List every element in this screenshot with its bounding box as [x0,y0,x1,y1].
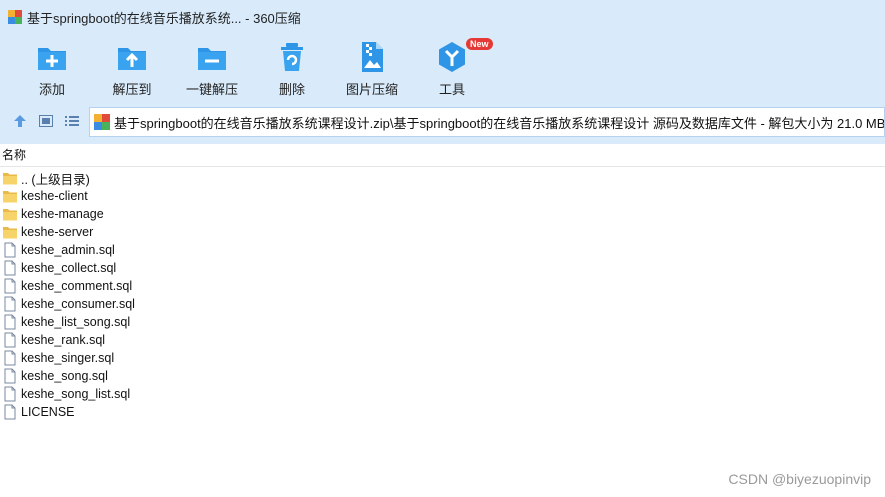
file-icon [2,278,21,294]
up-arrow-icon [14,115,26,127]
folder-icon [2,188,21,204]
up-level-button[interactable] [11,112,29,130]
file-icon [2,368,21,384]
file-icon [2,260,21,276]
file-icon [2,242,21,258]
image-compress-icon [362,42,383,72]
thumbnail-view-button[interactable] [37,112,55,130]
extract-to-label: 解压到 [112,82,152,97]
path-field[interactable]: 基于springboot的在线音乐播放系统课程设计.zip\基于springbo… [89,107,885,137]
column-header-name[interactable]: 名称 [0,144,885,167]
folder-icon [2,206,21,222]
file-name: keshe_consumer.sql [21,297,135,311]
file-name: keshe_list_song.sql [21,315,131,329]
add-button[interactable]: 添加 [12,40,92,98]
delete-label: 删除 [278,82,305,97]
file-icon [2,404,21,420]
file-name: keshe_song_list.sql [21,387,131,401]
file-name: keshe_admin.sql [21,243,115,257]
list-item[interactable]: keshe_collect.sql [2,259,135,277]
folder-icon [2,224,21,240]
image-compress-label: 图片压缩 [345,82,398,97]
list-item[interactable]: .. (上级目录) [2,169,135,187]
delete-icon [281,43,303,71]
list-item[interactable]: keshe_admin.sql [2,241,135,259]
add-label: 添加 [38,82,65,97]
file-icon [2,350,21,366]
file-name: keshe-manage [21,207,104,221]
file-name: LICENSE [21,405,75,419]
file-name: keshe_collect.sql [21,261,117,275]
one-click-extract-button[interactable]: 一键解压 [172,40,252,98]
file-name: keshe_singer.sql [21,351,115,365]
file-name: keshe-client [21,189,88,203]
list-item[interactable]: keshe-client [2,187,135,205]
file-icon [2,386,21,402]
image-compress-button[interactable]: 图片压缩 [332,40,412,98]
tools-button[interactable]: New 工具 [412,38,493,98]
extract-to-icon [118,48,146,70]
list-item[interactable]: keshe_consumer.sql [2,295,135,313]
one-click-extract-icon [198,48,226,70]
file-icon [2,296,21,312]
list-item[interactable]: keshe_rank.sql [2,331,135,349]
delete-button[interactable]: 删除 [252,40,332,98]
archive-icon [94,114,110,130]
folder-icon [2,170,21,186]
list-item[interactable]: LICENSE [2,403,135,421]
list-item[interactable]: keshe_comment.sql [2,277,135,295]
file-rows: .. (上级目录) keshe-client keshe-manage keshe-s… [2,169,135,421]
title-bar: 基于springboot的在线音乐播放系统... - 360压缩 [0,0,885,34]
file-name: keshe_song.sql [21,369,108,383]
list-item[interactable]: keshe-server [2,223,135,241]
file-list: 名称 .. (上级目录) keshe-client keshe-manage kesh… [0,144,885,497]
one-click-extract-label: 一键解压 [185,82,238,97]
list-item[interactable]: keshe_song.sql [2,367,135,385]
list-item[interactable]: keshe_singer.sql [2,349,135,367]
app-logo-icon [8,10,22,24]
list-item[interactable]: keshe-manage [2,205,135,223]
file-icon [2,332,21,348]
path-text: 基于springboot的在线音乐播放系统课程设计.zip\基于springbo… [113,115,884,131]
list-view-button[interactable] [63,112,81,130]
watermark: CSDN @biyezuopinvip [728,471,871,487]
file-icon [2,314,21,330]
file-name: keshe-server [21,225,94,239]
list-view-icon [65,116,79,126]
window-title: 基于springboot的在线音乐播放系统... - 360压缩 [27,10,301,26]
tools-icon [439,42,465,72]
add-folder-icon [38,48,66,70]
file-name: .. (上级目录) [21,172,90,187]
list-item[interactable]: keshe_list_song.sql [2,313,135,331]
address-bar: 基于springboot的在线音乐播放系统课程设计.zip\基于springbo… [0,100,885,144]
tools-label: 工具 [438,82,465,97]
file-name: keshe_comment.sql [21,279,133,293]
extract-to-button[interactable]: 解压到 [92,40,172,98]
file-name: keshe_rank.sql [21,333,106,347]
list-item[interactable]: keshe_song_list.sql [2,385,135,403]
toolbar: 添加 解压到 一键解压 删除 图片压缩 New 工具 [0,34,885,100]
thumbnail-view-icon [39,115,53,127]
new-badge: New [466,38,493,50]
